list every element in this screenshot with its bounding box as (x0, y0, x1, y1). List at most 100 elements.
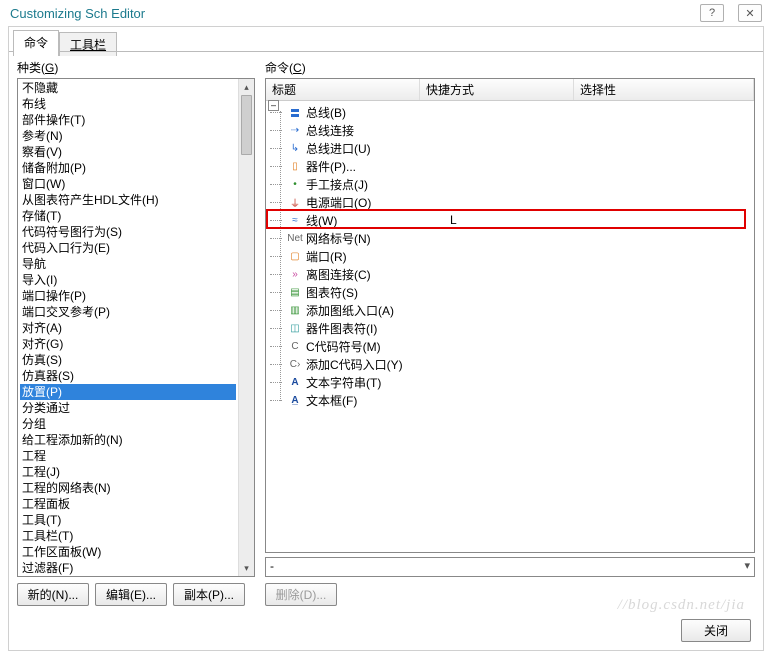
net-label-icon: Net (288, 231, 302, 245)
tree-node[interactable]: ▢ 端口(R) (276, 247, 750, 265)
wire-icon: ≈ (288, 213, 302, 227)
scroll-up-icon[interactable]: ▴ (239, 79, 254, 95)
category-item[interactable]: 工具(T) (20, 512, 236, 528)
tree-node-label: 添加C代码入口(Y) (306, 356, 403, 373)
tree-node[interactable]: ▯ 器件(P)... (276, 157, 750, 175)
category-item[interactable]: 给工程添加新的(N) (20, 432, 236, 448)
category-item[interactable]: 导航 (20, 256, 236, 272)
category-item[interactable]: 窗口(W) (20, 176, 236, 192)
c-symbol-icon: C (288, 339, 302, 353)
col-title[interactable]: 标题 (266, 79, 420, 100)
category-item[interactable]: 工具栏(T) (20, 528, 236, 544)
text-string-icon: A (288, 375, 302, 389)
category-item[interactable]: 仿真(S) (20, 352, 236, 368)
titlebar-controls: ? ✕ (700, 4, 762, 22)
category-item[interactable]: 端口操作(P) (20, 288, 236, 304)
scroll-down-icon[interactable]: ▾ (239, 560, 254, 576)
tree-node[interactable]: Net 网络标号(N) (276, 229, 750, 247)
categories-label: 种类(G) (17, 59, 255, 76)
commands-tree[interactable]: 标题 快捷方式 选择性 – 〓总线(B)⇢总线连接↳总线进口(U)▯器件(P).… (265, 78, 755, 553)
tree-node[interactable]: ≈线(W)L (276, 211, 750, 229)
close-button[interactable]: 关闭 (681, 619, 751, 642)
description-dropdown[interactable]: - (265, 557, 755, 577)
category-item[interactable]: 工程的网络表(N) (20, 480, 236, 496)
tree-node-label: 器件(P)... (306, 158, 356, 175)
category-item[interactable]: 对齐(A) (20, 320, 236, 336)
tab-toolbars[interactable]: 工具栏 (59, 32, 117, 56)
tree-node-label: 电源端口(O) (306, 194, 371, 211)
text-frame-icon: A̲ (288, 393, 302, 407)
col-selectivity[interactable]: 选择性 (574, 79, 754, 100)
tree-node[interactable]: ⇢总线连接 (276, 121, 750, 139)
category-item[interactable]: 从图表符产生HDL文件(H) (20, 192, 236, 208)
tree-node-label: 手工接点(J) (306, 176, 368, 193)
scroll-thumb[interactable] (241, 95, 252, 155)
port-icon: ▢ (288, 249, 302, 263)
tree-node[interactable]: A̲ 文本框(F) (276, 391, 750, 409)
category-item[interactable]: 导入(I) (20, 272, 236, 288)
tab-commands[interactable]: 命令 (13, 30, 59, 56)
help-icon[interactable]: ? (700, 4, 724, 22)
tree-node-label: 总线连接 (306, 122, 354, 139)
power-port-icon: ⏚ (288, 195, 302, 209)
category-item[interactable]: 过滤器(F) (20, 560, 236, 576)
close-icon[interactable]: ✕ (738, 4, 762, 22)
tree-node-label: C代码符号(M) (306, 338, 381, 355)
c-entry-icon: C› (288, 357, 302, 371)
tree-node[interactable]: ↳总线进口(U) (276, 139, 750, 157)
tree-node[interactable]: A 文本字符串(T) (276, 373, 750, 391)
col-shortcut[interactable]: 快捷方式 (420, 79, 574, 100)
junction-icon: • (288, 177, 302, 191)
category-item[interactable]: 端口交叉参考(P) (20, 304, 236, 320)
category-item[interactable]: 参考(N) (20, 128, 236, 144)
tree-node-label: 离图连接(C) (306, 266, 371, 283)
tree-node[interactable]: 〓总线(B) (276, 103, 750, 121)
new-button[interactable]: 新的(N)... (17, 583, 89, 606)
category-item[interactable]: 储备附加(P) (20, 160, 236, 176)
part-icon: ▯ (288, 159, 302, 173)
tree-node[interactable]: • 手工接点(J) (276, 175, 750, 193)
edit-button[interactable]: 编辑(E)... (95, 583, 167, 606)
tree-node-label: 网络标号(N) (306, 230, 371, 247)
tree-node-label: 总线(B) (306, 104, 346, 121)
offsheet-icon: » (288, 267, 302, 281)
category-item[interactable]: 仿真器(S) (20, 368, 236, 384)
tree-header: 标题 快捷方式 选择性 (266, 79, 754, 101)
tree-node-label: 端口(R) (306, 248, 347, 265)
tree-node-label: 添加图纸入口(A) (306, 302, 394, 319)
tree-node[interactable]: ⏚ 电源端口(O) (276, 193, 750, 211)
dialog-frame: 命令 工具栏 种类(G) 不隐藏布线部件操作(T)参考(N)察看(V)储备附加(… (8, 26, 764, 651)
category-item[interactable]: 代码入口行为(E) (20, 240, 236, 256)
tree-node[interactable]: ▥添加图纸入口(A) (276, 301, 750, 319)
tree-node[interactable]: » 离图连接(C) (276, 265, 750, 283)
bus-icon: 〓 (288, 105, 302, 119)
categories-listbox[interactable]: 不隐藏布线部件操作(T)参考(N)察看(V)储备附加(P)窗口(W)从图表符产生… (17, 78, 255, 577)
category-item[interactable]: 分类通过 (20, 400, 236, 416)
tree-node[interactable]: ▤图表符(S) (276, 283, 750, 301)
category-item[interactable]: 布线 (20, 96, 236, 112)
category-item[interactable]: 分组 (20, 416, 236, 432)
commands-label: 命令(C) (265, 59, 755, 76)
shortcut-value: L (450, 213, 457, 227)
tree-node-label: 图表符(S) (306, 284, 358, 301)
category-item[interactable]: 工程(J) (20, 464, 236, 480)
category-item[interactable]: 存储(T) (20, 208, 236, 224)
scrollbar[interactable]: ▴ ▾ (238, 79, 254, 576)
category-item[interactable]: 察看(V) (20, 144, 236, 160)
copy-button[interactable]: 副本(P)... (173, 583, 245, 606)
category-item[interactable]: 工作区面板(W) (20, 544, 236, 560)
delete-button[interactable]: 删除(D)... (265, 583, 337, 606)
tree-node[interactable]: C› 添加C代码入口(Y) (276, 355, 750, 373)
category-item[interactable]: 代码符号图行为(S) (20, 224, 236, 240)
category-item[interactable]: 放置(P) (20, 384, 236, 400)
category-item[interactable]: 对齐(G) (20, 336, 236, 352)
category-item[interactable]: 部件操作(T) (20, 112, 236, 128)
tree-node-label: 文本字符串(T) (306, 374, 381, 391)
category-item[interactable]: 工程 (20, 448, 236, 464)
tree-node-label: 器件图表符(I) (306, 320, 377, 337)
category-item[interactable]: 工程面板 (20, 496, 236, 512)
category-item[interactable]: 不隐藏 (20, 80, 236, 96)
tree-node[interactable]: C C代码符号(M) (276, 337, 750, 355)
tree-node-label: 文本框(F) (306, 392, 357, 409)
tree-node[interactable]: ◫器件图表符(I) (276, 319, 750, 337)
